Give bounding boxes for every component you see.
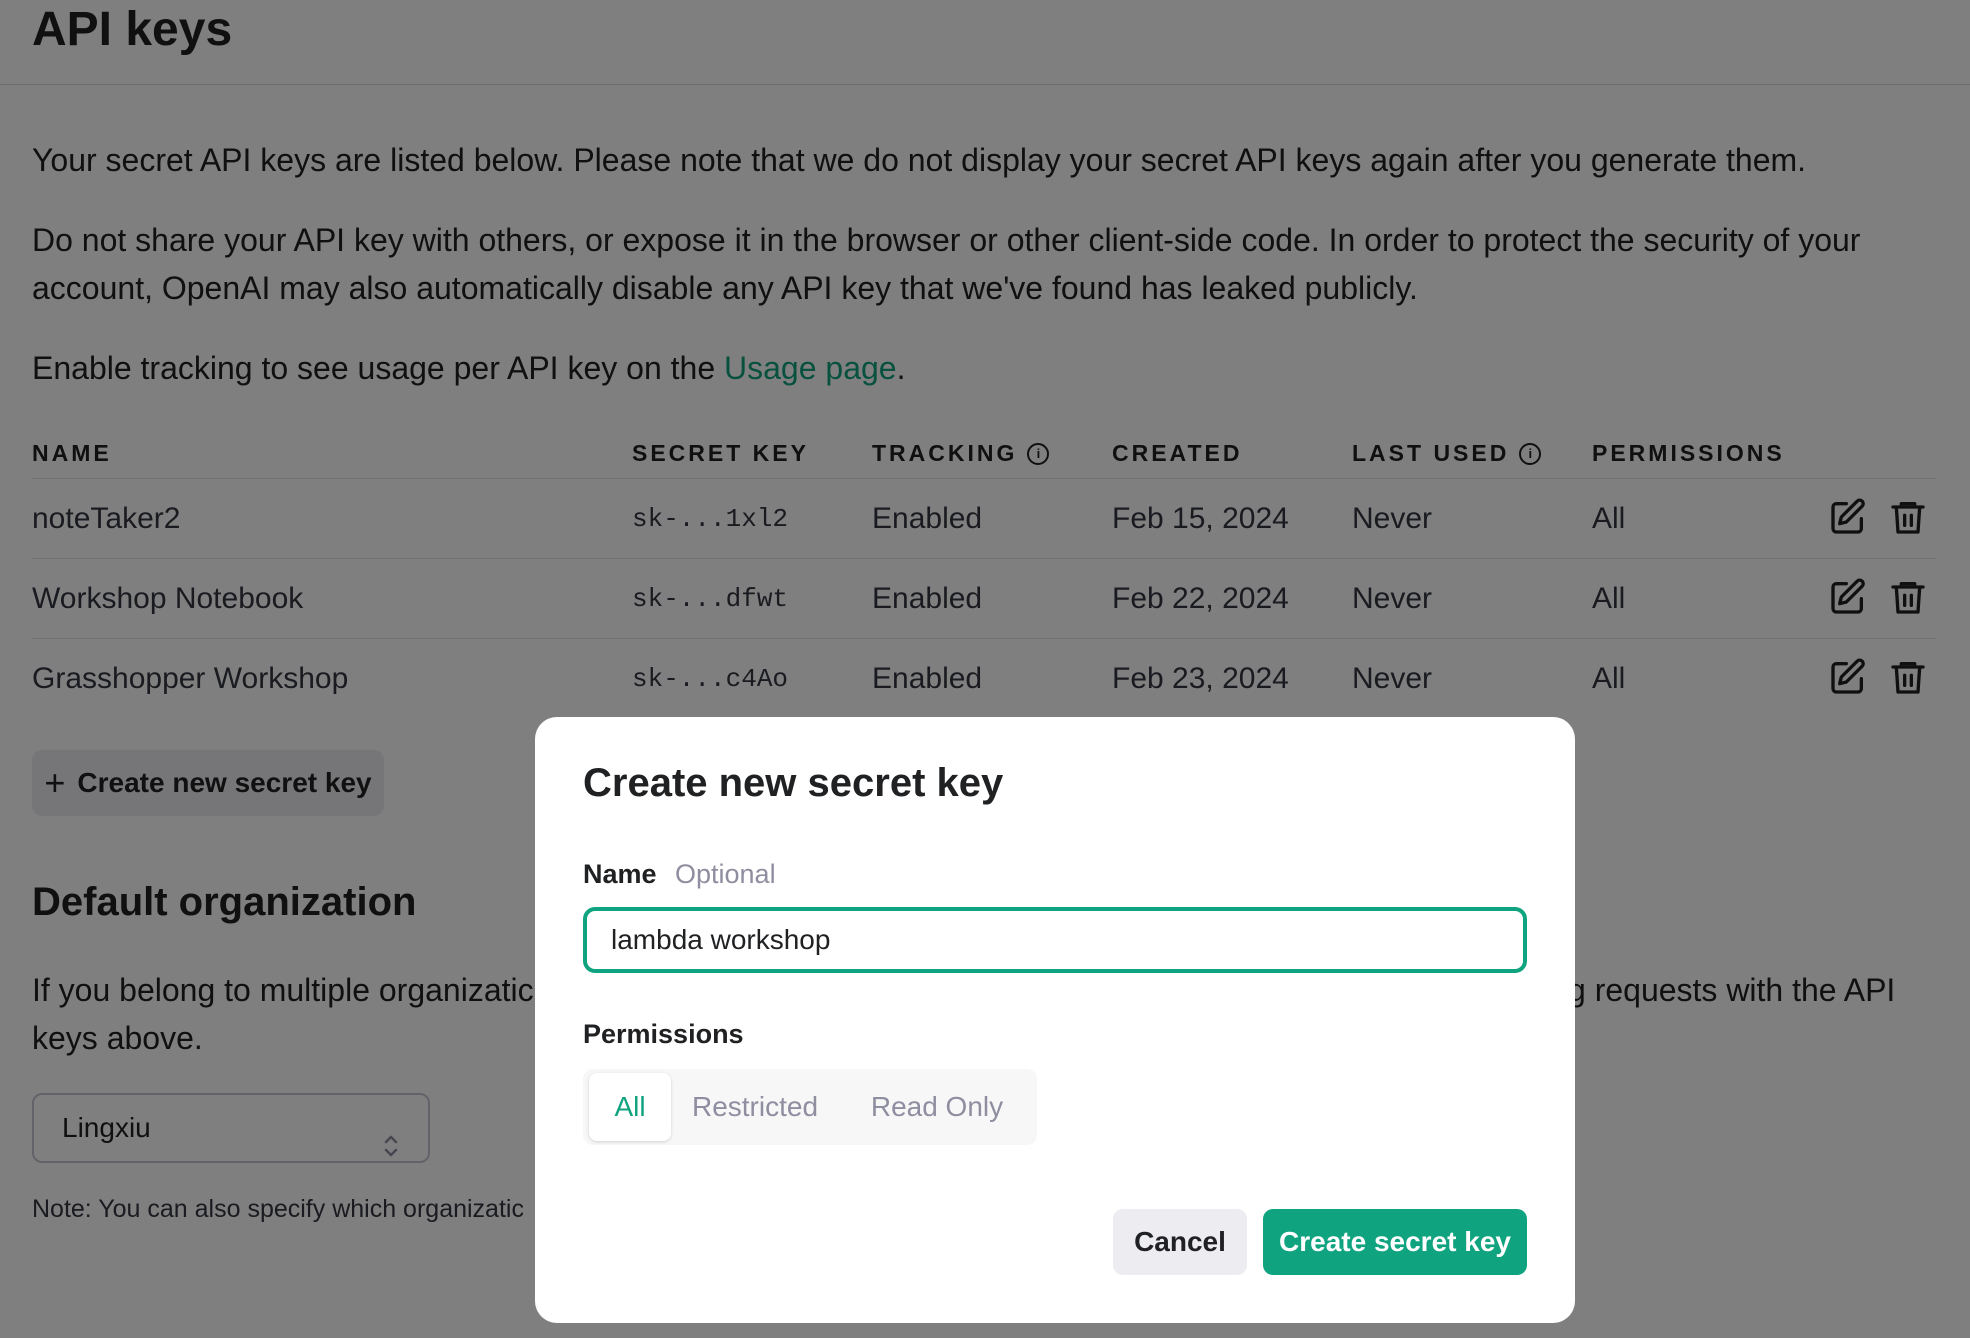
create-secret-key-button[interactable]: Create secret key: [1263, 1209, 1527, 1275]
permission-option-restricted[interactable]: Restricted: [675, 1073, 835, 1141]
permission-option-read-only[interactable]: Read Only: [845, 1073, 1029, 1141]
permissions-segmented-control: All Restricted Read Only: [583, 1069, 1037, 1145]
permissions-label: Permissions: [583, 1019, 744, 1049]
cancel-button[interactable]: Cancel: [1113, 1209, 1247, 1275]
optional-label: Optional: [675, 859, 776, 889]
create-secret-key-dialog: Create new secret key Name Optional Perm…: [535, 717, 1575, 1323]
name-label: Name: [583, 859, 657, 889]
dialog-title: Create new secret key: [583, 761, 1004, 805]
permission-option-all[interactable]: All: [589, 1073, 671, 1141]
key-name-input[interactable]: [583, 907, 1527, 973]
